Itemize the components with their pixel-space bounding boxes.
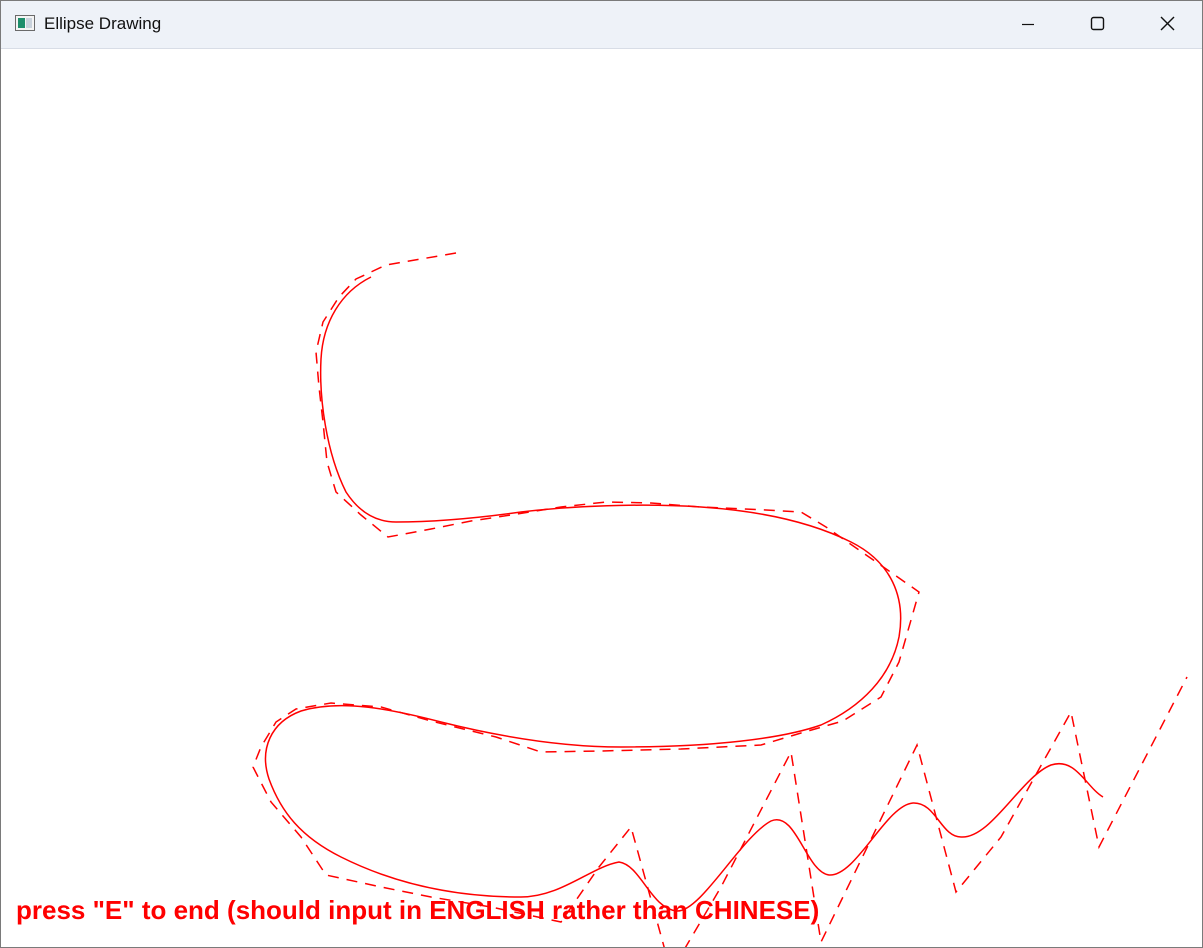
control-polygon bbox=[252, 252, 1188, 947]
drawing-canvas[interactable]: press "E" to end (should input in ENGLIS… bbox=[1, 49, 1202, 947]
close-button[interactable] bbox=[1133, 1, 1203, 48]
spline-curve bbox=[264, 276, 1104, 912]
app-window-icon bbox=[15, 15, 35, 31]
app-window: Ellipse Drawing press "E" to end (should bbox=[0, 0, 1203, 948]
title-bar[interactable]: Ellipse Drawing bbox=[1, 1, 1202, 49]
window-title: Ellipse Drawing bbox=[44, 14, 162, 33]
close-icon bbox=[1160, 16, 1175, 31]
maximize-icon bbox=[1090, 16, 1105, 31]
minimize-icon bbox=[1022, 23, 1034, 26]
instructions-text: press "E" to end (should input in ENGLIS… bbox=[16, 895, 820, 925]
minimize-button[interactable] bbox=[993, 1, 1063, 48]
maximize-button[interactable] bbox=[1063, 1, 1133, 48]
drawing-surface bbox=[252, 252, 1188, 947]
